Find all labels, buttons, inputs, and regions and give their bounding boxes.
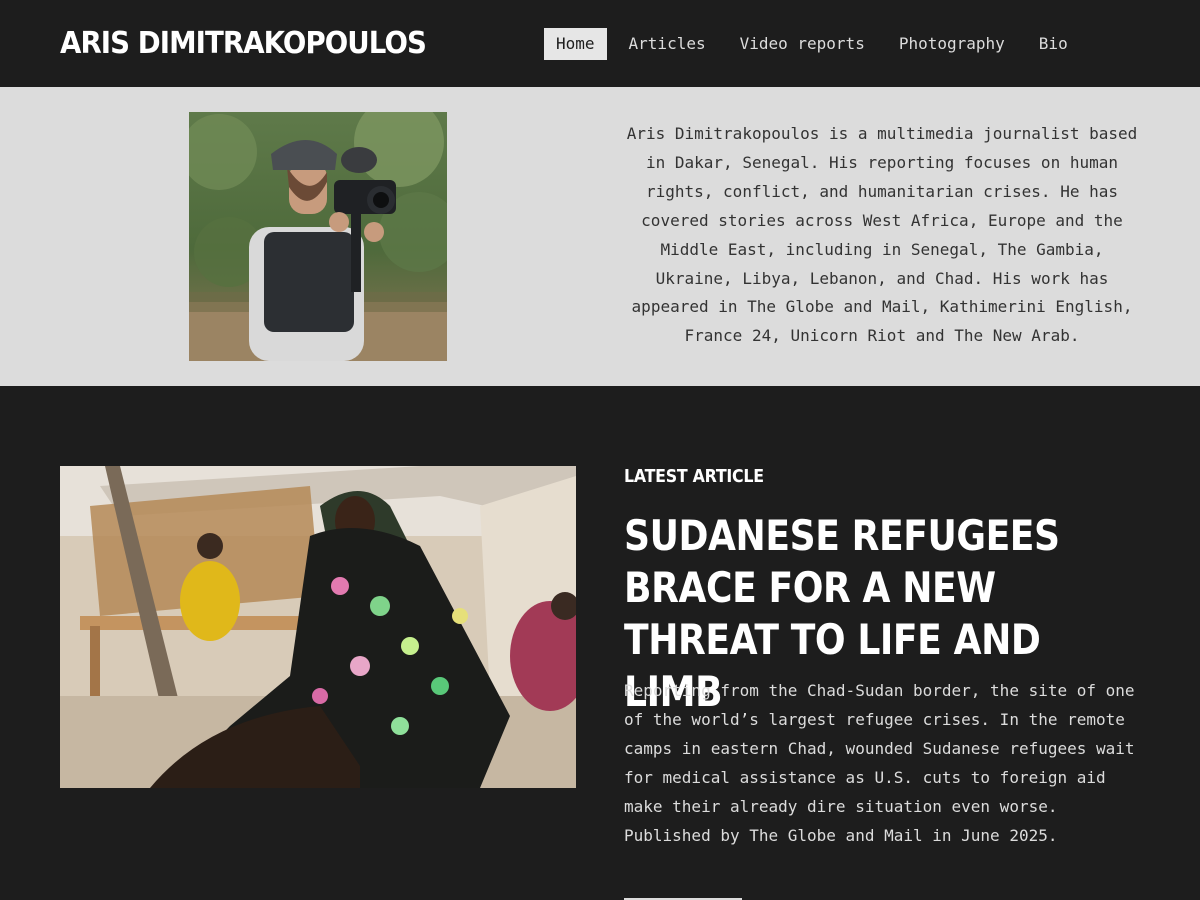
site-title-link[interactable]: ARIS DIMITRAKOPOULOS <box>60 24 427 64</box>
nav-item-bio[interactable]: Bio <box>1027 28 1080 60</box>
site-header: ARIS DIMITRAKOPOULOS Home Articles Video… <box>0 0 1200 87</box>
nav-item-video-reports[interactable]: Video reports <box>728 28 877 60</box>
latest-article-photo[interactable] <box>60 466 576 788</box>
bio-section: Aris Dimitrakopoulos is a multimedia jou… <box>0 87 1200 386</box>
nav-item-articles[interactable]: Articles <box>617 28 718 60</box>
main-nav: Home Articles Video reports Photography … <box>544 28 1090 60</box>
latest-article-summary: Reporting from the Chad-Sudan border, th… <box>624 681 1135 845</box>
bio-text: Aris Dimitrakopoulos is a multimedia jou… <box>626 124 1138 346</box>
nav-item-home[interactable]: Home <box>544 28 607 60</box>
latest-article-kicker: LATEST ARTICLE <box>624 466 764 487</box>
portrait-photo <box>189 112 447 361</box>
nav-item-photography[interactable]: Photography <box>887 28 1017 60</box>
